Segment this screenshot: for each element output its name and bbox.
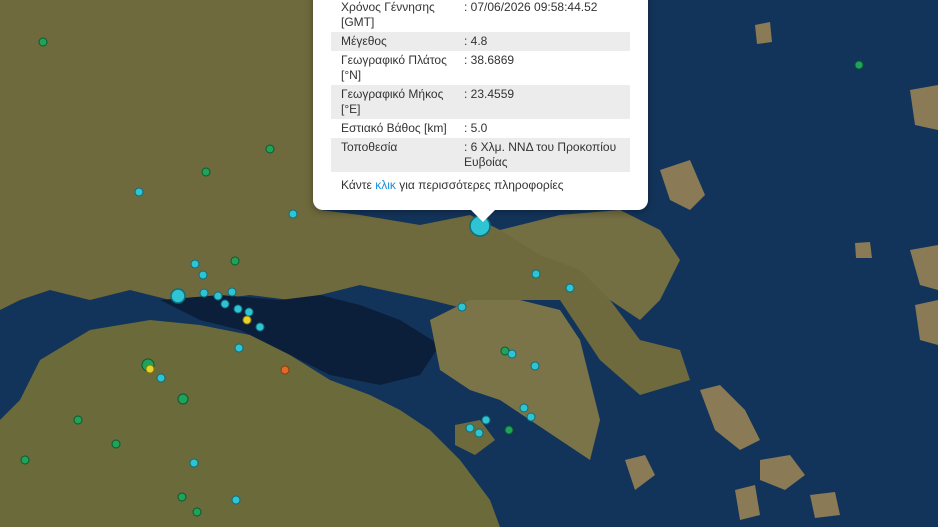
eq-marker[interactable] — [111, 439, 121, 449]
eq-marker[interactable] — [213, 291, 223, 301]
earthquake-map[interactable]: Χρόνος Γέννησης [GMT] : 07/06/2026 09:58… — [0, 0, 938, 527]
eq-marker[interactable] — [530, 361, 540, 371]
eq-marker[interactable] — [227, 287, 237, 297]
popup-row-latitude: Γεωγραφικό Πλάτος [°N] : 38.6869 — [331, 51, 630, 85]
eq-marker[interactable] — [474, 428, 484, 438]
more-info-link[interactable]: κλικ — [375, 178, 396, 192]
popup-row-depth: Εστιακό Βάθος [km] : 5.0 — [331, 119, 630, 138]
eq-marker[interactable] — [526, 412, 536, 422]
eq-marker[interactable] — [280, 365, 290, 375]
popup-row-time: Χρόνος Γέννησης [GMT] : 07/06/2026 09:58… — [331, 0, 630, 32]
eq-marker[interactable] — [201, 167, 211, 177]
eq-marker[interactable] — [234, 343, 244, 353]
eq-marker[interactable] — [220, 299, 230, 309]
eq-marker[interactable] — [255, 322, 265, 332]
eq-marker[interactable] — [156, 373, 166, 383]
more-info-suffix: για περισσότερες πληροφορίες — [395, 178, 564, 192]
eq-marker[interactable] — [265, 144, 275, 154]
eq-marker[interactable] — [134, 187, 144, 197]
value-longitude: : 23.4559 — [464, 87, 515, 101]
eq-marker[interactable] — [854, 60, 864, 70]
eq-marker[interactable] — [38, 37, 48, 47]
popup-row-location: Τοποθεσία : 6 Χλμ. ΝΝΔ του Προκοπίου Ευβ… — [331, 138, 630, 172]
label-longitude: Γεωγραφικό Μήκος [°E] — [341, 87, 444, 116]
eq-marker[interactable] — [288, 209, 298, 219]
label-origin-time: Χρόνος Γέννησης [GMT] — [341, 0, 435, 29]
eq-marker[interactable] — [230, 256, 240, 266]
eq-marker[interactable] — [170, 288, 186, 304]
eq-marker[interactable] — [465, 423, 475, 433]
eq-marker[interactable] — [519, 403, 529, 413]
island-ne-2 — [755, 22, 772, 44]
island-south-3 — [810, 492, 840, 518]
eq-marker[interactable] — [242, 315, 252, 325]
value-magnitude: : 4.8 — [464, 34, 488, 48]
eq-marker[interactable] — [20, 455, 30, 465]
more-info-prefix: Κάντε — [341, 178, 376, 192]
earthquake-info-popup: Χρόνος Γέννησης [GMT] : 07/06/2026 09:58… — [313, 0, 648, 222]
eq-marker[interactable] — [233, 304, 243, 314]
popup-row-magnitude: Μέγεθος : 4.8 — [331, 32, 630, 51]
eq-marker[interactable] — [457, 302, 467, 312]
eq-marker[interactable] — [198, 270, 208, 280]
label-magnitude: Μέγεθος — [341, 34, 387, 48]
label-latitude: Γεωγραφικό Πλάτος [°N] — [341, 53, 447, 82]
value-origin-time: : 07/06/2026 09:58:44.52 — [464, 0, 598, 14]
eq-marker[interactable] — [507, 349, 517, 359]
eq-marker[interactable] — [504, 425, 514, 435]
eq-marker[interactable] — [531, 269, 541, 279]
label-depth: Εστιακό Βάθος [km] — [341, 121, 447, 135]
eq-marker[interactable] — [565, 283, 575, 293]
value-location: : 6 Χλμ. ΝΝΔ του Προκοπίου Ευβοίας — [464, 140, 617, 169]
value-depth: : 5.0 — [464, 121, 488, 135]
eq-marker[interactable] — [231, 495, 241, 505]
eq-marker[interactable] — [177, 492, 187, 502]
island-ne-3 — [855, 242, 872, 258]
eq-marker[interactable] — [177, 393, 189, 405]
label-location: Τοποθεσία — [341, 140, 398, 154]
eq-marker[interactable] — [145, 364, 155, 374]
more-info-line: Κάντε κλικ για περισσότερες πληροφορίες — [331, 178, 630, 192]
eq-marker[interactable] — [192, 507, 202, 517]
eq-marker[interactable] — [481, 415, 491, 425]
eq-marker[interactable] — [244, 307, 254, 317]
eq-marker[interactable] — [189, 458, 199, 468]
popup-row-longitude: Γεωγραφικό Μήκος [°E] : 23.4559 — [331, 85, 630, 119]
eq-marker[interactable] — [199, 288, 209, 298]
value-latitude: : 38.6869 — [464, 53, 515, 67]
eq-marker[interactable] — [190, 259, 200, 269]
eq-marker[interactable] — [73, 415, 83, 425]
